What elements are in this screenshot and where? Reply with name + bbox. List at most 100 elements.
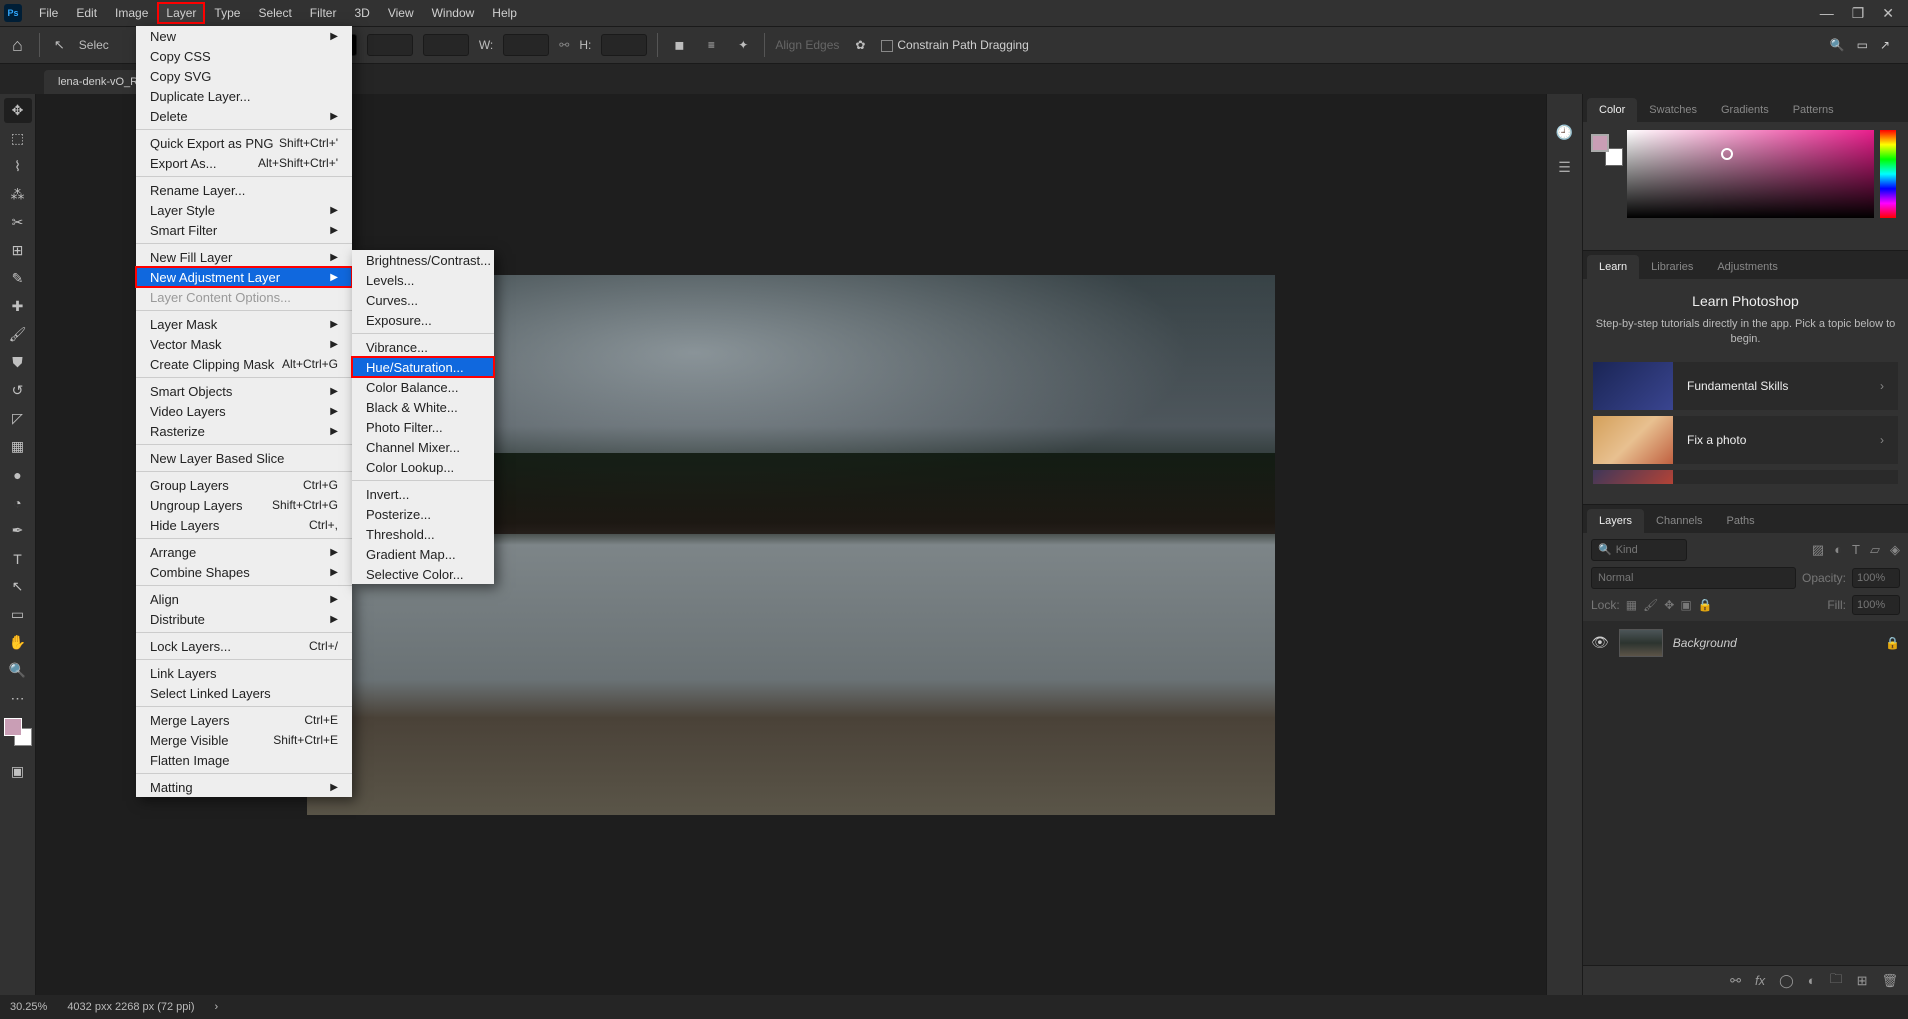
menu-item-create-clipping-mask[interactable]: Create Clipping MaskAlt+Ctrl+G [136,354,352,374]
filter-shape-icon[interactable]: ▱ [1870,542,1880,558]
move-tool[interactable]: ✥ [4,98,32,123]
menu-view[interactable]: View [379,2,423,24]
lock-pos-icon[interactable]: ✥ [1664,598,1674,612]
group-icon[interactable]: 🗀 [1830,970,1843,992]
delete-layer-icon[interactable]: 🗑 [1881,973,1898,989]
tab-swatches[interactable]: Swatches [1637,98,1709,122]
opacity-field[interactable]: 100% [1852,568,1900,588]
menu-item-posterize[interactable]: Posterize... [352,504,494,524]
pen-tool[interactable]: ✒ [4,518,32,543]
menu-item-rasterize[interactable]: Rasterize▶ [136,421,352,441]
menu-item-color-balance[interactable]: Color Balance... [352,377,494,397]
gradient-tool[interactable]: ▦ [4,434,32,459]
screen-mode-tool[interactable]: ▣ [4,759,32,784]
menu-item-link-layers[interactable]: Link Layers [136,663,352,683]
menu-item-flatten-image[interactable]: Flatten Image [136,750,352,770]
blend-mode-select[interactable]: Normal [1591,567,1796,589]
menu-item-new[interactable]: New▶ [136,26,352,46]
menu-item-invert[interactable]: Invert... [352,484,494,504]
home-icon[interactable]: ⌂ [6,35,29,56]
wand-tool[interactable]: ⁂ [4,182,32,207]
menu-layer[interactable]: Layer [157,2,205,24]
menu-3d[interactable]: 3D [345,2,378,24]
menu-item-vector-mask[interactable]: Vector Mask▶ [136,334,352,354]
lock-paint-icon[interactable]: 🖌 [1643,598,1658,612]
workspace-icon[interactable]: ▭ [1857,38,1868,52]
menu-item-combine-shapes[interactable]: Combine Shapes▶ [136,562,352,582]
new-layer-icon[interactable]: ⊞ [1857,973,1868,989]
fill-field[interactable]: 100% [1852,595,1900,615]
move-tool-icon[interactable]: ↖ [50,37,69,53]
mask-icon[interactable]: ◯ [1779,973,1794,989]
zoom-tool[interactable]: 🔍 [4,658,32,683]
menu-item-duplicate-layer[interactable]: Duplicate Layer... [136,86,352,106]
visibility-icon[interactable]: 👁 [1591,634,1609,651]
tab-learn[interactable]: Learn [1587,255,1639,279]
learn-item-partial[interactable] [1593,470,1898,484]
color-field[interactable] [1627,130,1874,218]
arrange-icon[interactable]: ✦ [732,34,754,56]
layer-filter-kind[interactable]: 🔍 Kind [1591,539,1687,561]
menu-item-lock-layers[interactable]: Lock Layers...Ctrl+/ [136,636,352,656]
tab-layers[interactable]: Layers [1587,509,1644,533]
history-icon[interactable]: 🕘 [1556,124,1573,141]
gear-icon[interactable]: ✿ [849,34,871,56]
menu-item-threshold[interactable]: Threshold... [352,524,494,544]
menu-item-gradient-map[interactable]: Gradient Map... [352,544,494,564]
menu-filter[interactable]: Filter [301,2,346,24]
filter-pixel-icon[interactable]: ▨ [1812,542,1824,558]
healing-tool[interactable]: ✚ [4,294,32,319]
tab-libraries[interactable]: Libraries [1639,255,1705,279]
hue-slider[interactable] [1880,130,1896,218]
menu-item-vibrance[interactable]: Vibrance... [352,337,494,357]
crop-tool[interactable]: ✂ [4,210,32,235]
filter-adjust-icon[interactable]: ◐ [1834,542,1842,558]
menu-item-smart-filter[interactable]: Smart Filter▶ [136,220,352,240]
path-ops-icon[interactable]: ◼ [668,34,690,56]
fx-icon[interactable]: fx [1755,973,1765,988]
menu-item-black-white[interactable]: Black & White... [352,397,494,417]
rectangle-tool[interactable]: ▭ [4,602,32,627]
type-tool[interactable]: T [4,546,32,571]
frame-tool[interactable]: ⊞ [4,238,32,263]
menu-item-selective-color[interactable]: Selective Color... [352,564,494,584]
stroke-field[interactable] [367,34,413,56]
layer-row-background[interactable]: 👁 Background 🔒 [1583,625,1908,661]
menu-item-photo-filter[interactable]: Photo Filter... [352,417,494,437]
menu-item-export-as[interactable]: Export As...Alt+Shift+Ctrl+' [136,153,352,173]
menu-item-distribute[interactable]: Distribute▶ [136,609,352,629]
lock-all-icon[interactable]: 🔒 [1698,598,1713,612]
menu-item-layer-content-options[interactable]: Layer Content Options... [136,287,352,307]
menu-item-new-fill-layer[interactable]: New Fill Layer▶ [136,247,352,267]
constrain-check[interactable]: Constrain Path Dragging [881,38,1028,52]
menu-item-channel-mixer[interactable]: Channel Mixer... [352,437,494,457]
menu-item-matting[interactable]: Matting▶ [136,777,352,797]
tab-adjustments[interactable]: Adjustments [1705,255,1790,279]
adjustment-icon[interactable]: ◐ [1808,973,1816,988]
learn-item-fundamental[interactable]: Fundamental Skills › [1593,362,1898,410]
tab-gradients[interactable]: Gradients [1709,98,1781,122]
eraser-tool[interactable]: ◸ [4,406,32,431]
zoom-level[interactable]: 30.25% [10,1001,47,1013]
edit-toolbar[interactable]: ⋯ [4,686,32,711]
menu-item-smart-objects[interactable]: Smart Objects▶ [136,381,352,401]
menu-item-layer-style[interactable]: Layer Style▶ [136,200,352,220]
height-field[interactable] [601,34,647,56]
tab-color[interactable]: Color [1587,98,1637,122]
properties-icon[interactable]: ☰ [1558,159,1571,176]
menu-help[interactable]: Help [483,2,526,24]
dodge-tool[interactable]: ◔ [4,490,32,515]
lock-artb-icon[interactable]: ▣ [1680,598,1691,612]
lasso-tool[interactable]: ⌇ [4,154,32,179]
menu-item-rename-layer[interactable]: Rename Layer... [136,180,352,200]
menu-item-select-linked-layers[interactable]: Select Linked Layers [136,683,352,703]
stroke-style-field[interactable] [423,34,469,56]
menu-select[interactable]: Select [249,2,300,24]
menu-item-layer-mask[interactable]: Layer Mask▶ [136,314,352,334]
menu-window[interactable]: Window [423,2,484,24]
menu-item-exposure[interactable]: Exposure... [352,310,494,330]
menu-item-merge-layers[interactable]: Merge LayersCtrl+E [136,710,352,730]
filter-type-icon[interactable]: T [1852,542,1860,558]
lock-trans-icon[interactable]: ▦ [1626,598,1637,612]
brush-tool[interactable]: 🖌 [4,322,32,347]
